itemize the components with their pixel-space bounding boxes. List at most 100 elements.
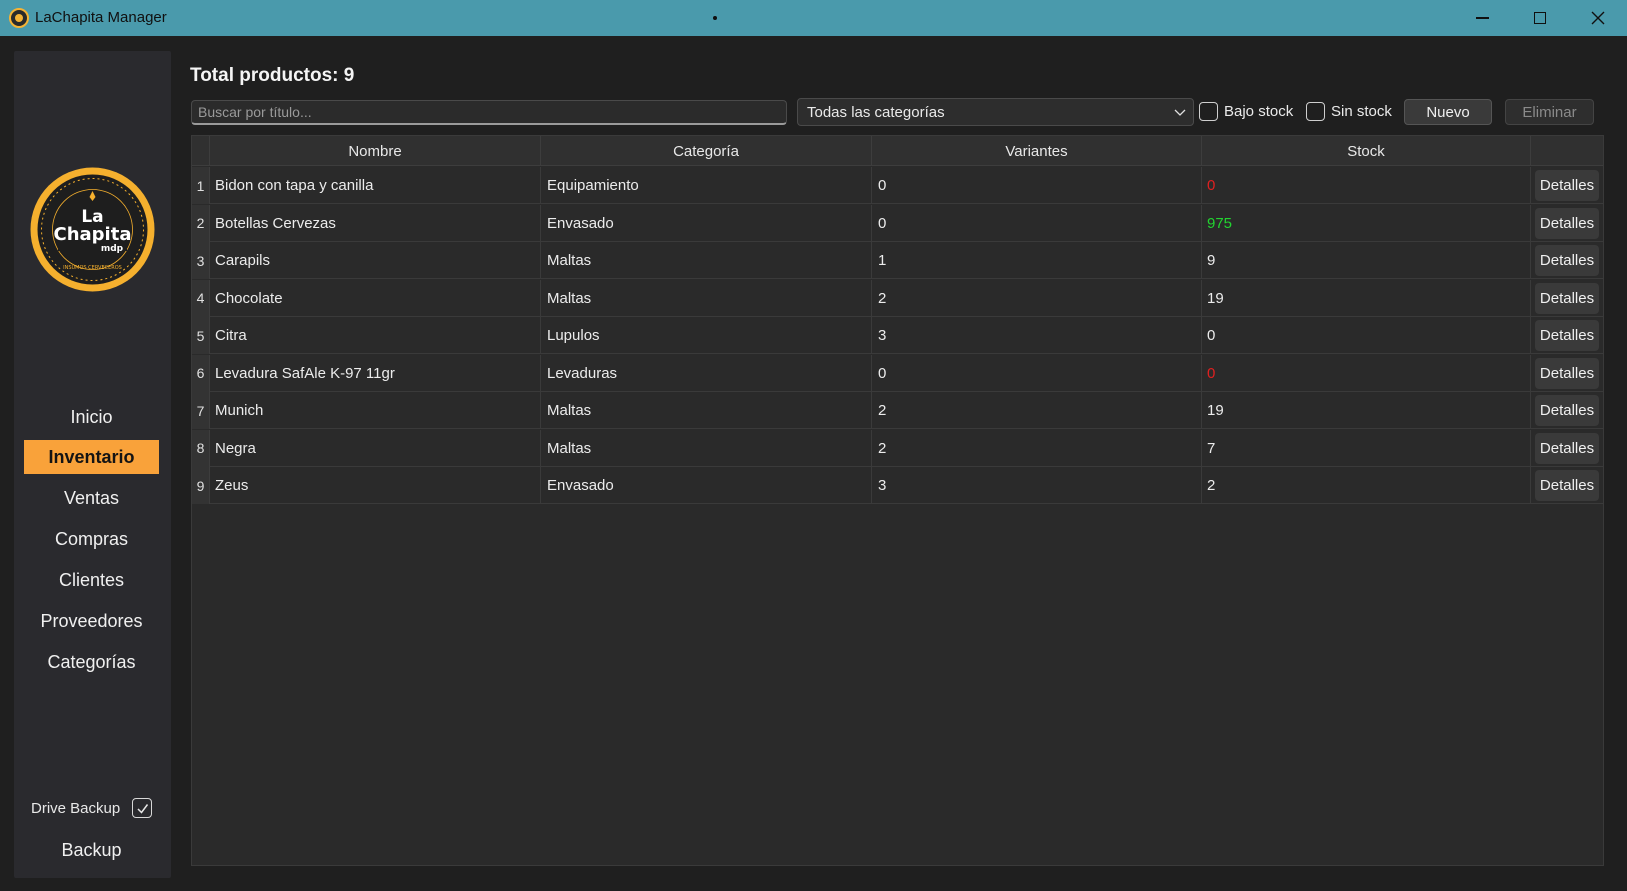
nav-ventas[interactable]: Ventas bbox=[24, 481, 159, 515]
nav-categorias[interactable]: Categorías bbox=[24, 645, 159, 679]
cell-nombre: Carapils bbox=[210, 242, 541, 279]
cell-stock: 975 bbox=[1202, 204, 1531, 242]
low-stock-checkbox[interactable] bbox=[1199, 102, 1218, 121]
row-number: 1 bbox=[192, 167, 210, 204]
table-row[interactable]: 9 Zeus Envasado 3 2 Detalles bbox=[192, 467, 1603, 504]
table-row[interactable]: 4 Chocolate Maltas 2 19 Detalles bbox=[192, 279, 1603, 317]
details-button[interactable]: Detalles bbox=[1535, 207, 1599, 239]
minimize-button[interactable] bbox=[1454, 0, 1510, 36]
cell-variantes: 2 bbox=[872, 429, 1202, 467]
details-button[interactable]: Detalles bbox=[1535, 395, 1599, 426]
table-row[interactable]: 8 Negra Maltas 2 7 Detalles bbox=[192, 429, 1603, 467]
window-title: LaChapita Manager bbox=[35, 9, 167, 26]
nav-compras[interactable]: Compras bbox=[24, 522, 159, 556]
row-number: 4 bbox=[192, 279, 210, 317]
cell-variantes: 1 bbox=[872, 242, 1202, 279]
details-button[interactable]: Detalles bbox=[1535, 432, 1599, 464]
table-row[interactable]: 7 Munich Maltas 2 19 Detalles bbox=[192, 392, 1603, 429]
cell-variantes: 2 bbox=[872, 392, 1202, 429]
cell-nombre: Munich bbox=[210, 392, 541, 429]
cell-categoria: Envasado bbox=[541, 204, 872, 242]
search-input[interactable] bbox=[191, 100, 787, 125]
cell-categoria: Maltas bbox=[541, 429, 872, 467]
cell-variantes: 0 bbox=[872, 354, 1202, 392]
details-button[interactable]: Detalles bbox=[1535, 320, 1599, 351]
drive-backup-checkbox[interactable] bbox=[132, 798, 152, 818]
category-select[interactable]: Todas las categorías bbox=[797, 98, 1194, 126]
details-button[interactable]: Detalles bbox=[1535, 357, 1599, 389]
details-button[interactable]: Detalles bbox=[1535, 470, 1599, 501]
nav-inicio[interactable]: Inicio bbox=[24, 400, 159, 434]
cell-nombre: Bidon con tapa y canilla bbox=[210, 167, 541, 204]
cell-categoria: Equipamiento bbox=[541, 167, 872, 204]
sidebar: La Chapita mdp INSUMOS CERVECEROS Inicio… bbox=[14, 51, 171, 878]
close-button[interactable] bbox=[1570, 0, 1626, 36]
cell-categoria: Levaduras bbox=[541, 354, 872, 392]
cell-nombre: Chocolate bbox=[210, 279, 541, 317]
title-bar: LaChapita Manager bbox=[0, 0, 1627, 36]
page-title: Total productos: 9 bbox=[190, 65, 355, 86]
cell-categoria: Envasado bbox=[541, 467, 872, 504]
row-number: 3 bbox=[192, 242, 210, 279]
row-number: 7 bbox=[192, 392, 210, 429]
cell-stock: 0 bbox=[1202, 167, 1531, 204]
row-number: 5 bbox=[192, 317, 210, 354]
cell-stock: 19 bbox=[1202, 392, 1531, 429]
column-header-nombre[interactable]: Nombre bbox=[210, 136, 541, 166]
cell-categoria: Maltas bbox=[541, 392, 872, 429]
title-dot bbox=[713, 16, 717, 20]
cell-stock: 9 bbox=[1202, 242, 1531, 279]
app-logo-icon bbox=[9, 8, 29, 28]
cell-stock: 7 bbox=[1202, 429, 1531, 467]
row-number: 9 bbox=[192, 467, 210, 504]
backup-button[interactable]: Backup bbox=[24, 833, 159, 867]
table-row[interactable]: 1 Bidon con tapa y canilla Equipamiento 0 0 D… bbox=[192, 167, 1603, 204]
cell-variantes: 3 bbox=[872, 317, 1202, 354]
table-row[interactable]: 2 Botellas Cervezas Envasado 0 975 Detalles bbox=[192, 204, 1603, 242]
cell-categoria: Maltas bbox=[541, 279, 872, 317]
cell-variantes: 2 bbox=[872, 279, 1202, 317]
cell-categoria: Maltas bbox=[541, 242, 872, 279]
cell-categoria: Lupulos bbox=[541, 317, 872, 354]
cell-stock: 2 bbox=[1202, 467, 1531, 504]
cell-variantes: 0 bbox=[872, 167, 1202, 204]
column-header-stock[interactable]: Stock bbox=[1202, 136, 1531, 166]
details-button[interactable]: Detalles bbox=[1535, 245, 1599, 276]
maximize-icon bbox=[1534, 12, 1546, 24]
table-row[interactable]: 6 Levadura SafAle K-97 11gr Levaduras 0 0 Det… bbox=[192, 354, 1603, 392]
logo-text-mdp: mdp bbox=[101, 244, 124, 254]
column-header-categoria[interactable]: Categoría bbox=[541, 136, 872, 166]
delete-button[interactable]: Eliminar bbox=[1505, 99, 1594, 125]
no-stock-checkbox[interactable] bbox=[1306, 102, 1325, 121]
header-corner bbox=[192, 136, 210, 166]
table-header: Nombre Categoría Variantes Stock bbox=[192, 136, 1603, 166]
category-select-value: Todas las categorías bbox=[807, 103, 945, 121]
close-icon bbox=[1591, 11, 1605, 25]
chevron-down-icon bbox=[1174, 109, 1186, 116]
logo-text-chapita: Chapita bbox=[54, 224, 132, 245]
new-button[interactable]: Nuevo bbox=[1404, 99, 1492, 125]
cell-nombre: Citra bbox=[210, 317, 541, 354]
cell-nombre: Negra bbox=[210, 429, 541, 467]
drive-backup-label: Drive Backup bbox=[31, 800, 121, 817]
details-button[interactable]: Detalles bbox=[1535, 282, 1599, 314]
cell-stock: 0 bbox=[1202, 354, 1531, 392]
row-number: 6 bbox=[192, 354, 210, 392]
lachapita-logo: La Chapita mdp INSUMOS CERVECEROS bbox=[30, 167, 155, 292]
nav-clientes[interactable]: Clientes bbox=[24, 563, 159, 597]
low-stock-label: Bajo stock bbox=[1224, 103, 1294, 120]
nav-proveedores[interactable]: Proveedores bbox=[24, 604, 159, 638]
column-header-variantes[interactable]: Variantes bbox=[872, 136, 1202, 166]
row-number: 2 bbox=[192, 204, 210, 242]
checkmark-icon bbox=[136, 803, 148, 814]
row-number: 8 bbox=[192, 429, 210, 467]
no-stock-label: Sin stock bbox=[1331, 103, 1392, 120]
details-button[interactable]: Detalles bbox=[1535, 170, 1599, 201]
maximize-button[interactable] bbox=[1512, 0, 1568, 36]
cell-nombre: Zeus bbox=[210, 467, 541, 504]
cell-nombre: Botellas Cervezas bbox=[210, 204, 541, 242]
cell-variantes: 3 bbox=[872, 467, 1202, 504]
nav-inventario[interactable]: Inventario bbox=[24, 440, 159, 474]
table-row[interactable]: 3 Carapils Maltas 1 9 Detalles bbox=[192, 242, 1603, 279]
table-row[interactable]: 5 Citra Lupulos 3 0 Detalles bbox=[192, 317, 1603, 354]
